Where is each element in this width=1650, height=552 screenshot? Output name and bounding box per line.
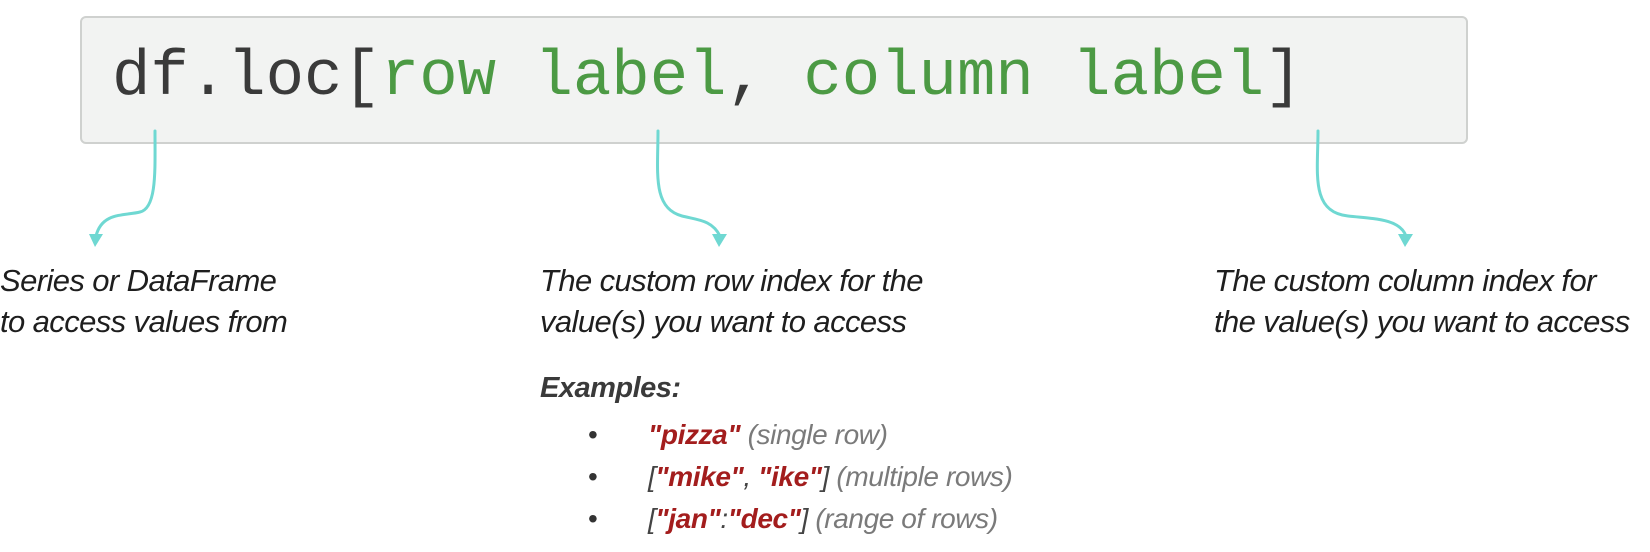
bullet-icon: • (588, 461, 598, 492)
arrow-object-line (94, 129, 157, 238)
example-note: (range of rows) (808, 503, 998, 534)
annotation-column-line1: The custom column index for (1214, 263, 1596, 298)
example-close-bracket: ] (800, 503, 809, 534)
example-key: "pizza" (648, 419, 741, 450)
arrowhead-object (89, 234, 103, 247)
example-separator: : (720, 503, 728, 534)
annotation-row-line2: value(s) you want to access (540, 304, 907, 339)
annotation-column-line2: the value(s) you want to access (1214, 304, 1630, 339)
arrowhead-row (712, 234, 727, 247)
annotation-object-line2: to access values from (0, 304, 288, 339)
example-item: • ["jan":"dec"] (range of rows) (588, 498, 1012, 540)
arrowheads (89, 234, 1413, 247)
example-separator: , (743, 461, 759, 492)
examples-list: • "pizza" (single row) • ["mike", "ike"] (… (588, 414, 1013, 540)
annotation-row: The custom row index for the value(s) yo… (540, 260, 924, 342)
examples-heading: Examples: (540, 372, 681, 404)
example-note: (single row) (740, 419, 888, 450)
example-close-bracket: ] (821, 461, 830, 492)
connector-lines (94, 129, 1408, 238)
annotation-object: Series or DataFrame to access values fro… (0, 260, 288, 342)
example-note: (multiple rows) (829, 461, 1013, 492)
example-item: • ["mike", "ike"] (multiple rows) (588, 456, 1013, 498)
bullet-icon: • (588, 503, 598, 534)
bullet-icon: • (588, 419, 598, 450)
example-key: "mike" (655, 461, 744, 492)
arrow-column-line (1315, 129, 1408, 238)
annotation-object-line1: Series or DataFrame (0, 263, 277, 298)
example-key: "jan" (655, 503, 721, 534)
example-key: "dec" (727, 503, 801, 534)
arrow-row-line (656, 129, 722, 238)
example-item: • "pizza" (single row) (588, 414, 1012, 456)
annotation-row-line1: The custom row index for the (540, 263, 924, 298)
arrowhead-column (1398, 234, 1413, 247)
annotation-column: The custom column index for the value(s)… (1214, 260, 1630, 342)
example-key: "ike" (758, 461, 822, 492)
